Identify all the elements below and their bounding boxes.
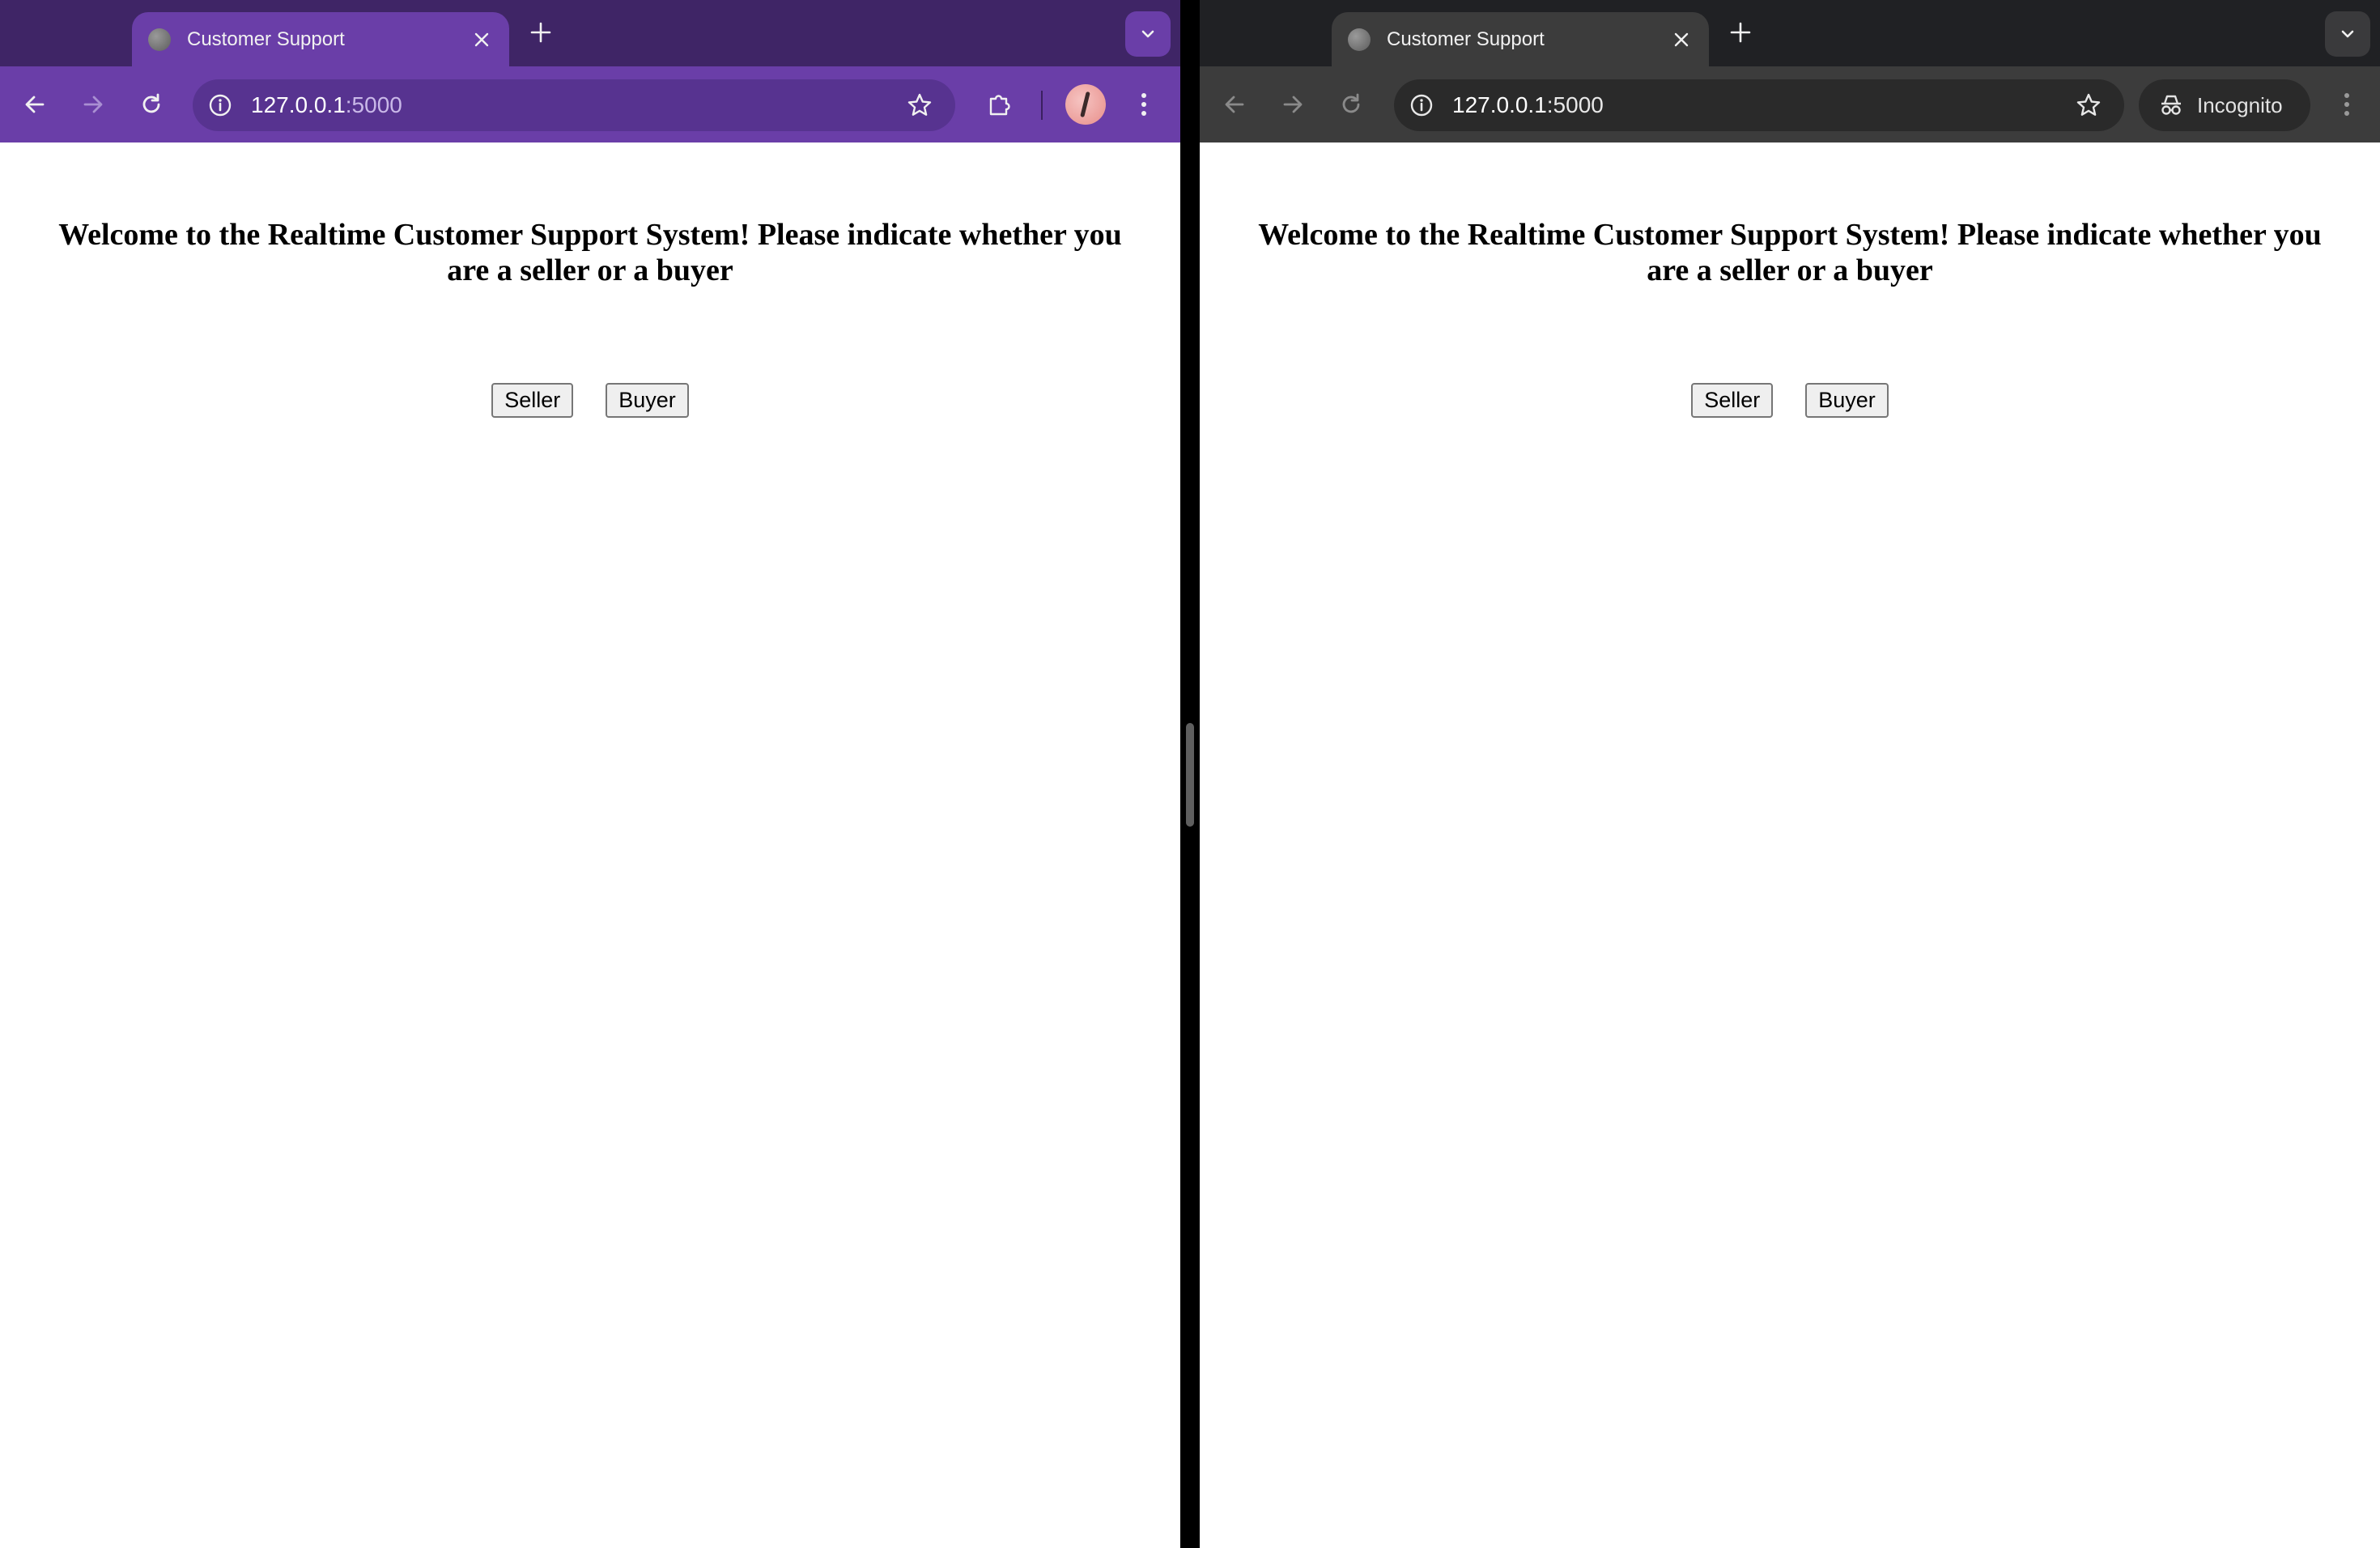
url-port: :5000 — [345, 92, 402, 117]
tab-title: Customer Support — [187, 28, 345, 50]
address-bar[interactable]: 127.0.0.1:5000 — [1394, 79, 2124, 131]
page-content: Welcome to the Realtime Customer Support… — [0, 142, 1180, 1548]
incognito-label: Incognito — [2197, 92, 2283, 117]
kebab-menu-icon — [1141, 93, 1146, 116]
extensions-button[interactable] — [980, 84, 1020, 125]
reload-icon — [142, 93, 160, 113]
globe-icon — [148, 28, 171, 51]
arrow-left-icon — [25, 96, 45, 113]
seller-button[interactable]: Seller — [491, 383, 574, 418]
split-view-divider[interactable] — [1180, 0, 1200, 1548]
incognito-indicator[interactable]: Incognito — [2139, 79, 2310, 131]
role-choices: Seller Buyer — [1200, 383, 2380, 418]
close-tab-icon[interactable] — [1665, 23, 1698, 56]
tab-strip: Customer Support — [0, 0, 1180, 66]
chevron-down-icon — [1141, 30, 1154, 38]
url-host: 127.0.0.1 — [251, 92, 346, 117]
url-text: 127.0.0.1:5000 — [1452, 92, 2071, 118]
buyer-button[interactable]: Buyer — [1805, 383, 1889, 418]
bookmark-star-icon[interactable] — [2071, 87, 2106, 123]
seller-button[interactable]: Seller — [1691, 383, 1774, 418]
url-host: 127.0.0.1 — [1452, 92, 1547, 117]
browser-window-incognito: Customer Support 127.0.0.1:5000 Incognit… — [1200, 0, 2380, 1548]
menu-button[interactable] — [1124, 84, 1164, 125]
new-tab-button[interactable] — [523, 15, 559, 50]
profile-avatar[interactable] — [1065, 84, 1106, 125]
arrow-right-icon — [83, 96, 103, 113]
incognito-icon — [2157, 91, 2186, 120]
toolbar-separator — [1041, 91, 1043, 120]
tab-search-button[interactable] — [2325, 11, 2370, 57]
bookmark-star-icon[interactable] — [902, 87, 937, 123]
address-bar[interactable]: 127.0.0.1:5000 — [193, 79, 955, 131]
tab-title: Customer Support — [1387, 28, 1545, 50]
page-content: Welcome to the Realtime Customer Support… — [1200, 142, 2380, 1548]
url-text: 127.0.0.1:5000 — [251, 92, 902, 118]
site-info-icon[interactable] — [204, 89, 236, 121]
browser-toolbar: 127.0.0.1:5000 Incognito — [1200, 66, 2380, 142]
chevron-down-icon — [2341, 30, 2354, 38]
back-button[interactable] — [15, 84, 55, 125]
kebab-menu-icon — [2344, 93, 2349, 116]
forward-button[interactable] — [73, 84, 113, 125]
tab-strip: Customer Support — [1200, 0, 2380, 66]
site-info-icon[interactable] — [1405, 89, 1438, 121]
menu-button[interactable] — [2327, 84, 2367, 125]
puzzle-icon — [989, 95, 1010, 116]
arrow-right-icon — [1283, 96, 1303, 113]
reload-button[interactable] — [131, 84, 172, 125]
tab-customer-support[interactable]: Customer Support — [1332, 12, 1709, 66]
page-heading: Welcome to the Realtime Customer Support… — [58, 218, 1122, 287]
forward-button[interactable] — [1273, 84, 1313, 125]
buyer-button[interactable]: Buyer — [606, 383, 689, 418]
browser-toolbar: 127.0.0.1:5000 — [0, 66, 1180, 142]
new-tab-button[interactable] — [1723, 15, 1758, 50]
globe-icon — [1348, 28, 1371, 51]
back-button[interactable] — [1214, 84, 1255, 125]
divider-handle[interactable] — [1186, 723, 1194, 827]
reload-button[interactable] — [1331, 84, 1371, 125]
page-heading: Welcome to the Realtime Customer Support… — [1258, 218, 2322, 287]
reload-icon — [1342, 93, 1360, 113]
tab-search-button[interactable] — [1125, 11, 1171, 57]
role-choices: Seller Buyer — [0, 383, 1180, 418]
tab-customer-support[interactable]: Customer Support — [132, 12, 509, 66]
url-port: :5000 — [1546, 92, 1604, 117]
close-tab-icon[interactable] — [465, 23, 498, 56]
browser-window-regular: Customer Support 127.0.0.1:5000 Welcome … — [0, 0, 1180, 1548]
arrow-left-icon — [1225, 96, 1244, 113]
